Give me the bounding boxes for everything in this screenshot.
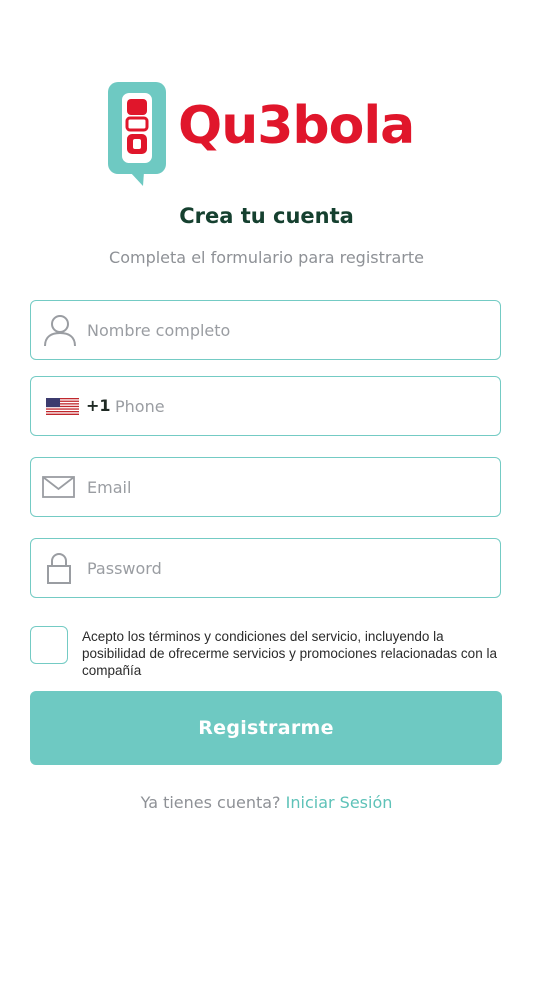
phone-input[interactable]: [115, 377, 485, 435]
mail-icon: [42, 476, 75, 498]
page-subtitle: Completa el formulario para registrarte: [109, 248, 424, 267]
password-field[interactable]: [30, 538, 501, 598]
login-prompt-text: Ya tienes cuenta?: [140, 793, 286, 812]
qu3bola-logo-icon: [108, 82, 166, 186]
full-name-input[interactable]: [87, 301, 487, 359]
country-dial-code[interactable]: +1: [86, 377, 111, 435]
email-field[interactable]: [30, 457, 501, 517]
terms-checkbox[interactable]: [30, 626, 68, 664]
password-input[interactable]: [87, 539, 487, 597]
brand-logo: Qu3bola: [108, 82, 428, 190]
phone-field[interactable]: +1: [30, 376, 501, 436]
full-name-field[interactable]: [30, 300, 501, 360]
brand-name: Qu3bola: [178, 96, 415, 156]
terms-text: Acepto los términos y condiciones del se…: [82, 629, 497, 678]
page-title: Crea tu cuenta: [179, 204, 354, 228]
user-icon: [44, 315, 76, 347]
register-button[interactable]: Registrarme: [30, 691, 502, 765]
login-prompt: Ya tienes cuenta? Iniciar Sesión: [0, 793, 533, 812]
us-flag-icon[interactable]: [46, 398, 79, 415]
email-input[interactable]: [87, 458, 487, 516]
login-link[interactable]: Iniciar Sesión: [286, 793, 393, 812]
lock-icon: [47, 553, 71, 584]
